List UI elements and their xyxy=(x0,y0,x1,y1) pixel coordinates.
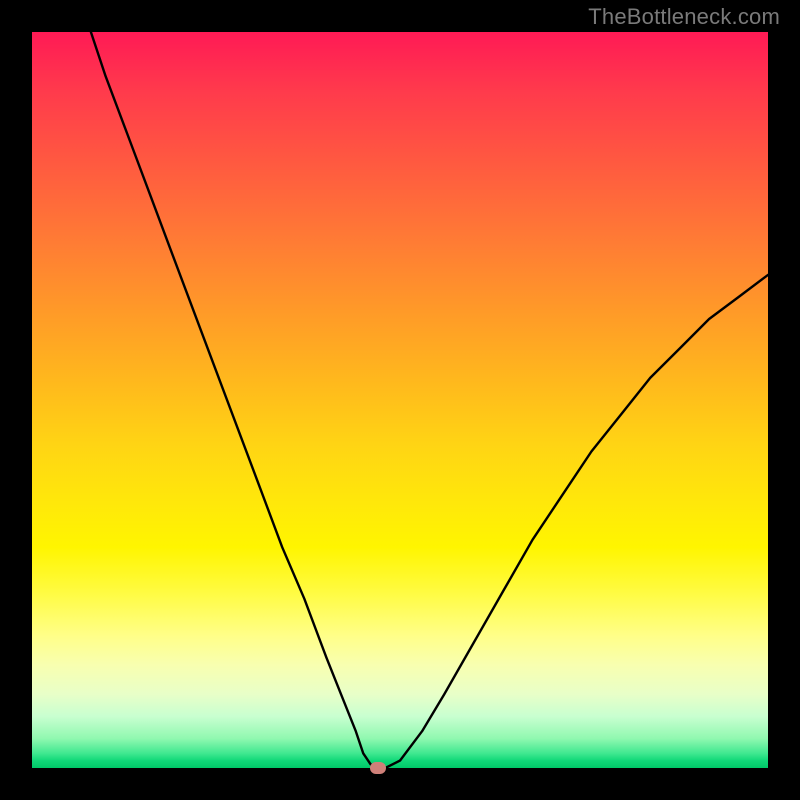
plot-area xyxy=(32,32,768,768)
bottleneck-curve xyxy=(91,32,768,768)
minimum-marker xyxy=(370,762,386,774)
outer-frame: TheBottleneck.com xyxy=(0,0,800,800)
curve-svg xyxy=(32,32,768,768)
watermark-text: TheBottleneck.com xyxy=(588,4,780,30)
